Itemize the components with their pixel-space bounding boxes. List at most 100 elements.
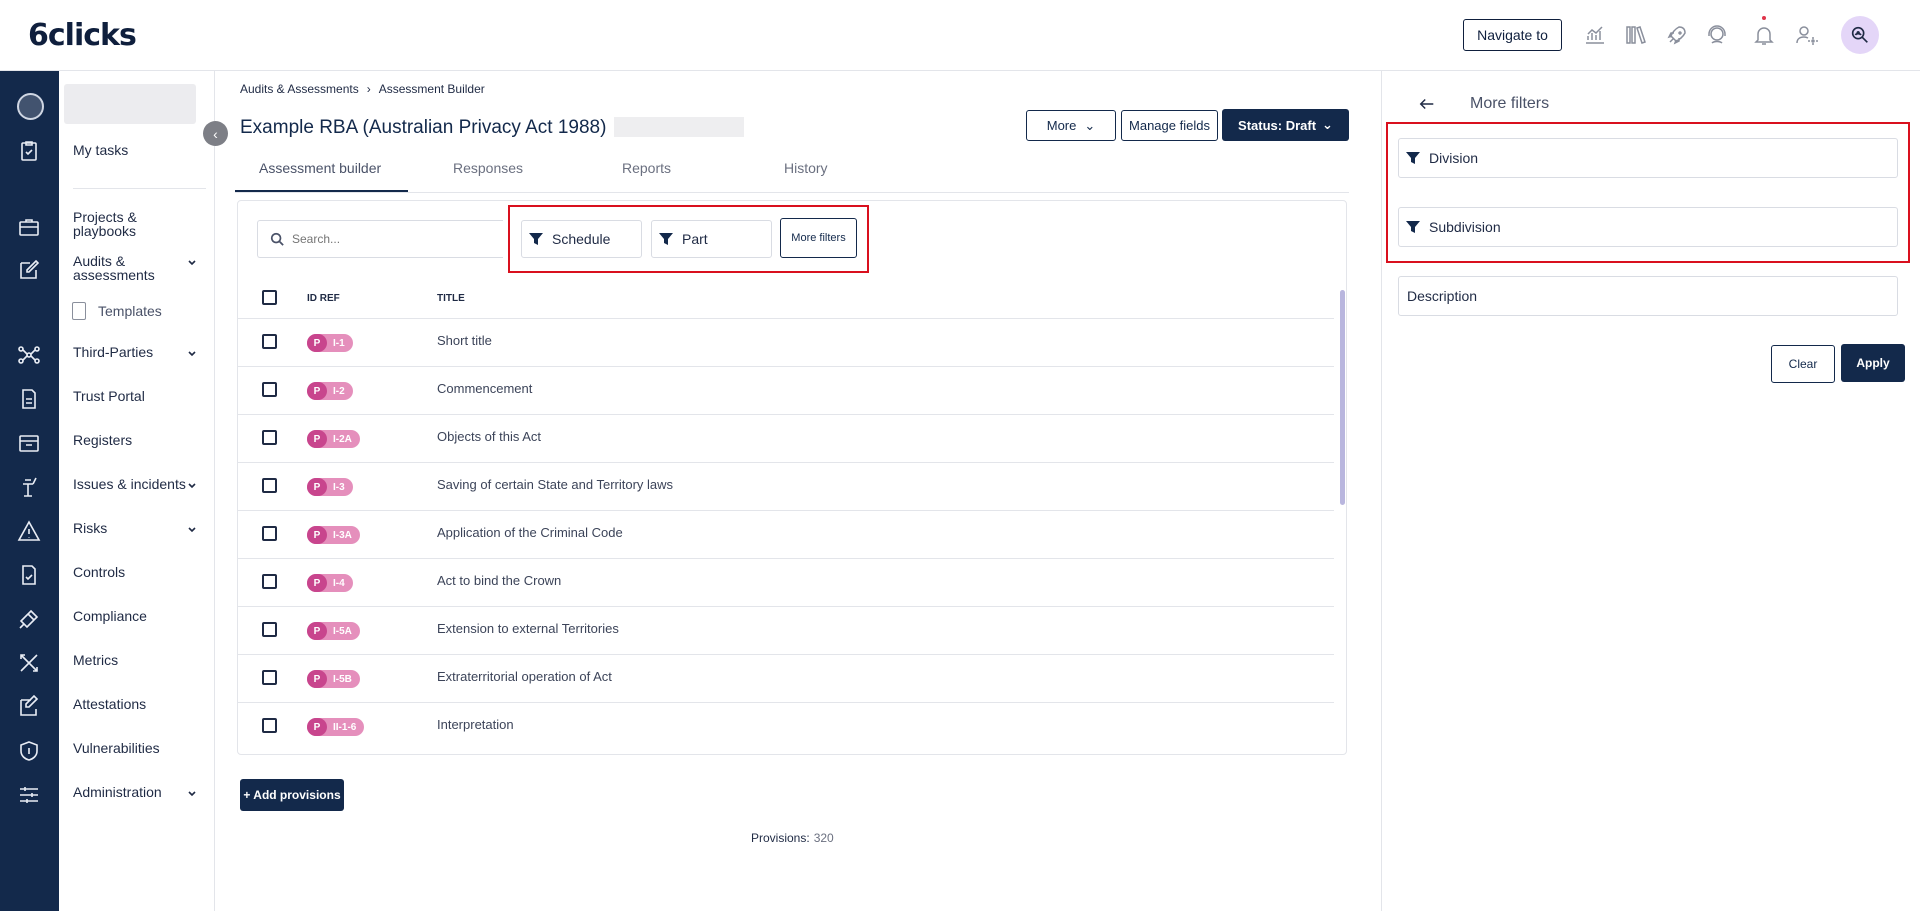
network-icon[interactable] <box>17 343 41 367</box>
sidebar-subitem-templates[interactable]: Templates <box>72 302 162 320</box>
sidebar-item-risks[interactable]: Risks <box>73 521 203 535</box>
register-icon[interactable] <box>17 431 41 455</box>
part-filter[interactable]: Part <box>651 220 772 258</box>
briefcase-icon[interactable] <box>17 215 41 239</box>
status-button[interactable]: Status: Draft ⌄ <box>1222 109 1349 141</box>
sidebar-item-label: Projects & playbooks <box>73 209 137 239</box>
tab-responses[interactable]: Responses <box>453 160 523 176</box>
sidebar-item-trust-portal[interactable]: Trust Portal <box>73 389 203 403</box>
clear-button[interactable]: Clear <box>1771 345 1835 383</box>
sidebar-item-vulnerabilities[interactable]: Vulnerabilities <box>73 741 203 755</box>
row-divider <box>238 558 1334 559</box>
division-filter[interactable]: Division <box>1398 138 1898 178</box>
column-header-title[interactable]: TITLE <box>437 293 465 304</box>
row-checkbox[interactable] <box>262 622 277 637</box>
app-logo[interactable]: 6clicks <box>28 18 137 53</box>
notification-dot <box>1762 16 1766 20</box>
row-checkbox[interactable] <box>262 334 277 349</box>
schedule-filter[interactable]: Schedule <box>521 220 642 258</box>
add-provisions-button[interactable]: + Add provisions <box>240 779 344 811</box>
edit-document-icon[interactable] <box>17 258 41 282</box>
row-checkbox[interactable] <box>262 382 277 397</box>
sidebar-item-label: Compliance <box>73 608 147 624</box>
badge-type: P <box>307 382 327 400</box>
sidebar-item-compliance[interactable]: Compliance <box>73 609 203 623</box>
tab-history[interactable]: History <box>784 160 828 176</box>
sidebar-item-projects[interactable]: Projects & playbooks <box>73 210 203 238</box>
row-checkbox[interactable] <box>262 718 277 733</box>
search-input[interactable] <box>292 232 492 246</box>
sidebar-item-label: Administration <box>73 784 162 800</box>
org-switcher-icon[interactable] <box>17 93 44 120</box>
sidebar-item-label: Vulnerabilities <box>73 740 160 756</box>
chevron-down-icon: ⌄ <box>1084 117 1096 133</box>
row-checkbox[interactable] <box>262 670 277 685</box>
subdivision-filter[interactable]: Subdivision <box>1398 207 1898 247</box>
sidebar-item-label: Attestations <box>73 696 147 712</box>
more-filters-button[interactable]: More filters <box>780 218 857 258</box>
sidebar-item-label: Audits & assessments <box>73 253 155 283</box>
apply-button[interactable]: Apply <box>1841 344 1905 382</box>
sidebar-item-my-tasks[interactable]: My tasks <box>73 143 203 157</box>
warning-icon[interactable] <box>17 519 41 543</box>
metrics-icon[interactable] <box>17 651 41 675</box>
description-filter[interactable]: Description <box>1398 276 1898 316</box>
sidebar-item-issues[interactable]: Issues & incidents <box>73 477 203 491</box>
sidebar-item-registers[interactable]: Registers <box>73 433 203 447</box>
row-checkbox[interactable] <box>262 526 277 541</box>
compliance-icon[interactable] <box>17 607 41 631</box>
sidebar-item-third-parties[interactable]: Third-Parties <box>73 345 203 359</box>
rocket-icon[interactable] <box>1664 22 1690 48</box>
template-doc-icon <box>72 302 86 320</box>
back-arrow-icon[interactable] <box>1418 95 1438 115</box>
row-title: Act to bind the Crown <box>437 573 562 588</box>
sliders-icon[interactable] <box>17 783 41 807</box>
more-button[interactable]: More ⌄ <box>1026 110 1116 141</box>
sidebar-item-administration[interactable]: Administration <box>73 785 203 799</box>
title-placeholder <box>614 117 744 137</box>
row-checkbox[interactable] <box>262 574 277 589</box>
badge-type: P <box>307 718 327 736</box>
attestation-icon[interactable] <box>17 694 41 719</box>
table-scrollbar[interactable] <box>1340 290 1345 505</box>
badge-type: P <box>307 622 327 640</box>
incident-icon[interactable] <box>17 475 41 499</box>
portal-icon[interactable] <box>17 387 41 411</box>
filter-funnel-icon <box>1405 219 1421 235</box>
badge-type: P <box>307 670 327 688</box>
user-avatar[interactable] <box>1841 16 1879 54</box>
row-title: Commencement <box>437 381 533 396</box>
tab-assessment-builder[interactable]: Assessment builder <box>259 160 381 176</box>
badge-id: I-4 <box>333 577 345 589</box>
tab-bar: Assessment builder Responses Reports His… <box>235 150 1349 193</box>
breadcrumb-item[interactable]: Audits & Assessments <box>240 82 359 96</box>
row-divider <box>238 606 1334 607</box>
sidebar-item-controls[interactable]: Controls <box>73 565 203 579</box>
navigate-to-button[interactable]: Navigate to <box>1463 19 1562 51</box>
column-header-id-ref[interactable]: ID REF <box>307 293 340 304</box>
select-all-checkbox[interactable] <box>262 290 277 305</box>
tasks-icon[interactable] <box>17 139 41 163</box>
user-settings-icon[interactable] <box>1794 22 1820 48</box>
sidebar-item-metrics[interactable]: Metrics <box>73 653 203 667</box>
analytics-icon[interactable] <box>1582 22 1608 48</box>
notifications-bell-icon[interactable] <box>1751 16 1777 48</box>
collapse-sidebar-button[interactable]: ‹ <box>203 121 228 146</box>
shield-icon[interactable] <box>17 739 41 763</box>
manage-fields-button[interactable]: Manage fields <box>1121 110 1218 141</box>
support-icon[interactable] <box>1704 22 1730 48</box>
search-box[interactable] <box>257 220 503 258</box>
tab-reports[interactable]: Reports <box>622 160 671 176</box>
sidebar-item-audits[interactable]: Audits & assessments <box>73 254 203 282</box>
controls-icon[interactable] <box>17 563 41 587</box>
sidebar-item-attestations[interactable]: Attestations <box>73 697 203 711</box>
sidebar-item-label: Registers <box>73 432 133 448</box>
id-badge: P I-3A <box>307 526 360 544</box>
row-checkbox[interactable] <box>262 430 277 445</box>
provisions-card <box>237 200 1347 755</box>
sidebar-item-label: Trust Portal <box>73 388 145 404</box>
library-icon[interactable] <box>1623 22 1649 48</box>
row-checkbox[interactable] <box>262 478 277 493</box>
badge-type: P <box>307 478 327 496</box>
id-badge: P I-3 <box>307 478 353 496</box>
